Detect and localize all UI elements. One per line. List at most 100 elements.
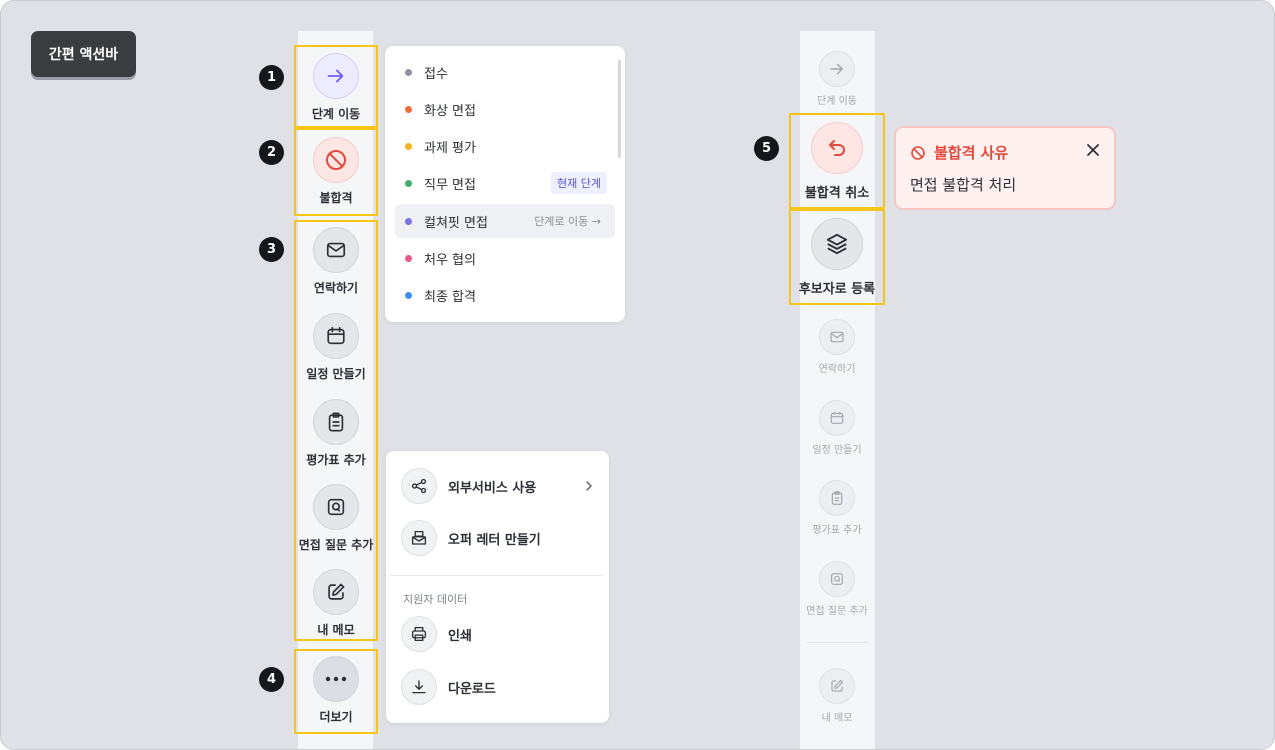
memo-button[interactable]: 내 메모 [291, 569, 381, 638]
reject-reason-body: 면접 불합격 처리 [910, 176, 1017, 194]
arrow-right-icon [819, 51, 855, 87]
calendar-icon [819, 400, 855, 436]
memo-label: 내 메모 [317, 623, 355, 637]
marker-4: 4 [259, 667, 284, 692]
reject-reason-popover: 불합격 사유 면접 불합격 처리 [894, 126, 1116, 210]
ban-icon [313, 137, 359, 183]
add-evaluation-button[interactable]: 평가표 추가 [291, 399, 381, 468]
question-box-icon [819, 561, 855, 597]
stage-label: 처우 협의 [424, 252, 476, 268]
arrow-right-icon [313, 53, 359, 99]
contact-button[interactable]: 연락하기 [291, 227, 381, 296]
stage-item-negotiation[interactable]: 처우 협의 [395, 241, 615, 275]
contact-label: 연락하기 [313, 281, 359, 295]
stage-dot [405, 105, 412, 113]
canvas: 간편 액션바 1 2 3 4 5 단계 이동 불합격 연락하기 일정 만들기 평… [0, 0, 1275, 750]
print-item[interactable]: 인쇄 [401, 616, 472, 652]
stage-dot [405, 217, 412, 225]
marker-3: 3 [259, 237, 284, 262]
schedule-button[interactable]: 일정 만들기 [291, 313, 381, 382]
reject-button[interactable]: 불합격 [291, 137, 381, 206]
question-box-icon [313, 484, 359, 530]
offer-letter-item[interactable]: 오퍼 레터 만들기 [401, 520, 541, 556]
schedule-label: 일정 만들기 [306, 367, 366, 381]
stage-label: 과제 평가 [424, 140, 476, 156]
stage-dot [405, 68, 412, 76]
download-item[interactable]: 다운로드 [401, 669, 496, 705]
undo-icon [811, 122, 863, 174]
interview-question-button-disabled[interactable]: 면접 질문 추가 [792, 561, 882, 617]
reject-reason-title: 불합격 사유 [934, 144, 1009, 162]
marker-5: 5 [754, 136, 779, 161]
stage-item-culture-fit[interactable]: 컬쳐핏 면접 단계로 이동 → [395, 204, 615, 238]
stage-item-final-pass[interactable]: 최종 합격 [395, 278, 615, 312]
more-button[interactable]: 더보기 [291, 656, 381, 725]
menu-divider [390, 575, 603, 576]
cancel-reject-label: 불합격 취소 [804, 186, 870, 201]
move-stage-button[interactable]: 단계 이동 [291, 53, 381, 122]
mail-icon [819, 319, 855, 355]
stage-dot [405, 179, 412, 187]
more-menu: 외부서비스 사용 오퍼 레터 만들기 지원자 데이터 인쇄 다운로드 [386, 451, 609, 723]
move-stage-label: 단계 이동 [817, 96, 857, 107]
register-candidate-label: 후보자로 등록 [798, 282, 876, 297]
interview-question-label: 면접 질문 추가 [806, 606, 868, 617]
contact-label: 연락하기 [818, 364, 856, 375]
schedule-button-disabled[interactable]: 일정 만들기 [792, 400, 882, 456]
interview-question-label: 면접 질문 추가 [298, 538, 374, 552]
close-icon[interactable] [1086, 142, 1100, 161]
more-dots-icon [313, 656, 359, 702]
stage-item-received[interactable]: 접수 [395, 55, 615, 89]
current-stage-badge: 현재 단계 [551, 172, 607, 194]
move-stage-label: 단계 이동 [311, 107, 361, 121]
offer-letter-label: 오퍼 레터 만들기 [448, 532, 541, 548]
stage-dot [405, 291, 412, 299]
stage-label: 최종 합격 [424, 289, 476, 305]
reject-label: 불합격 [319, 191, 353, 205]
marker-2: 2 [259, 140, 284, 165]
contact-button-disabled[interactable]: 연락하기 [792, 319, 882, 375]
stage-item-job-interview[interactable]: 직무 면접 현재 단계 [395, 166, 615, 200]
evaluation-button-disabled[interactable]: 평가표 추가 [792, 480, 882, 536]
marker-1: 1 [259, 65, 284, 90]
page-title: 간편 액션바 [31, 31, 136, 77]
ban-icon [911, 145, 925, 160]
stage-item-assignment[interactable]: 과제 평가 [395, 129, 615, 163]
stage-item-video-interview[interactable]: 화상 면접 [395, 92, 615, 126]
cancel-reject-button[interactable]: 불합격 취소 [792, 122, 882, 201]
clipboard-icon [313, 399, 359, 445]
chevron-right-icon [586, 481, 592, 491]
stage-label: 직무 면접 [424, 177, 476, 193]
mail-icon [313, 227, 359, 273]
stage-dropdown: 접수 화상 면접 과제 평가 직무 면접 현재 단계 컬쳐핏 면접 단계로 이동… [385, 46, 625, 322]
stage-label: 접수 [424, 66, 448, 82]
share-icon [401, 468, 437, 504]
external-service-label: 외부서비스 사용 [448, 480, 537, 496]
evaluation-label: 평가표 추가 [306, 453, 366, 467]
move-stage-button-disabled[interactable]: 단계 이동 [792, 51, 882, 107]
reject-reason-header: 불합격 사유 [910, 142, 1008, 163]
more-label: 더보기 [319, 710, 353, 724]
external-service-item[interactable]: 외부서비스 사용 [401, 468, 592, 504]
memo-label: 내 메모 [821, 713, 853, 724]
edit-icon [313, 569, 359, 615]
applicant-data-section-label: 지원자 데이터 [403, 593, 468, 606]
clipboard-icon [819, 480, 855, 516]
print-label: 인쇄 [448, 628, 472, 644]
stage-label: 화상 면접 [424, 103, 476, 119]
evaluation-label: 평가표 추가 [812, 525, 862, 536]
calendar-icon [313, 313, 359, 359]
printer-icon [401, 616, 437, 652]
download-label: 다운로드 [448, 681, 496, 697]
edit-icon [819, 668, 855, 704]
bar-divider [807, 642, 867, 643]
stage-dot [405, 142, 412, 150]
stage-label: 컬쳐핏 면접 [424, 215, 488, 231]
offer-letter-icon [401, 520, 437, 556]
add-interview-question-button[interactable]: 면접 질문 추가 [291, 484, 381, 553]
layers-icon [811, 218, 863, 270]
stage-dropdown-scrollbar[interactable] [618, 60, 621, 158]
schedule-label: 일정 만들기 [812, 445, 862, 456]
memo-button-disabled[interactable]: 내 메모 [792, 668, 882, 724]
register-candidate-button[interactable]: 후보자로 등록 [792, 218, 882, 297]
